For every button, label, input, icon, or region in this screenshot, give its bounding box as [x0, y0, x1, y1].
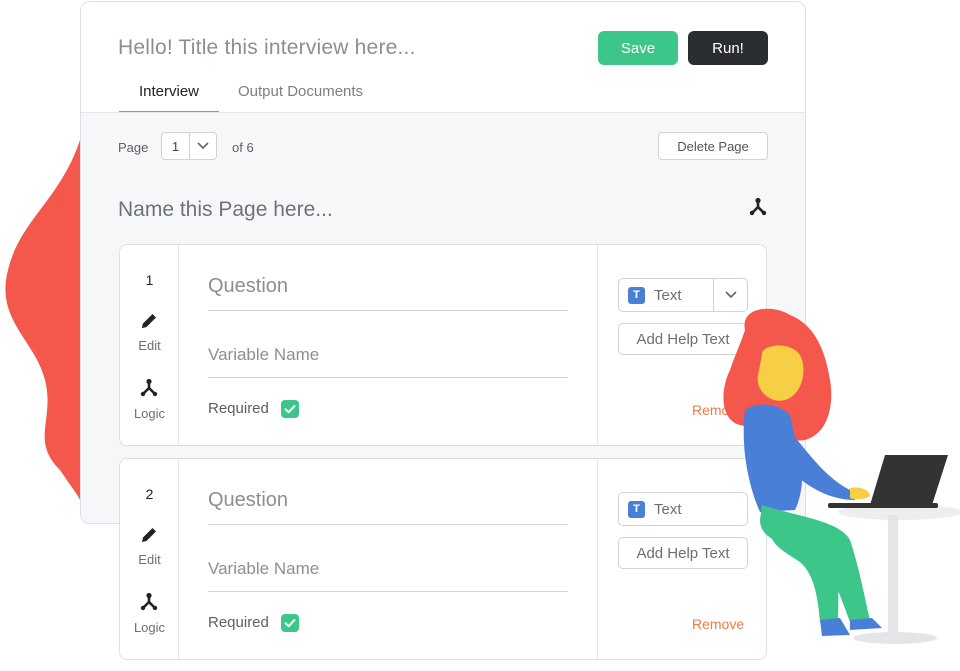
woman-with-laptop-illustration [723, 308, 960, 644]
column-divider [597, 245, 598, 445]
page-count-label: of 6 [232, 140, 254, 155]
tab-output-documents[interactable]: Output Documents [238, 83, 363, 100]
edit-label[interactable]: Edit [120, 552, 179, 567]
checkmark-icon [284, 405, 296, 414]
editor-header: Hello! Title this interview here... Save… [81, 2, 805, 114]
page-number-value: 1 [162, 133, 190, 159]
question-actions-column: 1 Edit Logic [120, 245, 179, 445]
chevron-down-icon[interactable] [190, 133, 216, 159]
required-checkbox[interactable] [281, 614, 299, 632]
text-type-icon: T [628, 286, 645, 304]
run-button[interactable]: Run! [688, 31, 768, 65]
edit-pencil-icon[interactable] [139, 525, 159, 545]
edit-label[interactable]: Edit [120, 338, 179, 353]
question-input[interactable]: Question [208, 275, 568, 311]
question-actions-column: 2 Edit Logic [120, 459, 179, 659]
question-card: 1 Edit Logic Question Variable Name Requ… [119, 244, 767, 446]
required-label: Required [208, 400, 269, 417]
tab-interview[interactable]: Interview [119, 83, 219, 114]
column-divider [597, 459, 598, 659]
checkmark-icon [284, 619, 296, 628]
question-input[interactable]: Question [208, 489, 568, 525]
variable-name-input[interactable]: Variable Name [208, 345, 568, 378]
required-checkbox[interactable] [281, 400, 299, 418]
logic-icon[interactable] [139, 592, 159, 612]
page-name-input[interactable]: Name this Page here... [118, 198, 333, 222]
edit-pencil-icon[interactable] [139, 311, 159, 331]
required-label: Required [208, 614, 269, 631]
question-number: 2 [145, 486, 154, 502]
question-type-label: Text [654, 286, 682, 304]
logic-label[interactable]: Logic [120, 406, 179, 421]
save-button[interactable]: Save [598, 31, 678, 65]
question-type-label: Text [654, 500, 682, 518]
question-card: 2 Edit Logic Question Variable Name Requ… [119, 458, 767, 660]
logic-icon[interactable] [139, 378, 159, 398]
text-type-icon: T [628, 500, 645, 518]
logic-label[interactable]: Logic [120, 620, 179, 635]
interview-title-input[interactable]: Hello! Title this interview here... [118, 36, 416, 60]
variable-name-input[interactable]: Variable Name [208, 559, 568, 592]
page-label: Page [118, 140, 149, 155]
question-number: 1 [145, 272, 154, 288]
page-number-select[interactable]: 1 [161, 132, 217, 160]
delete-page-button[interactable]: Delete Page [658, 132, 768, 160]
logic-icon[interactable] [748, 197, 768, 217]
